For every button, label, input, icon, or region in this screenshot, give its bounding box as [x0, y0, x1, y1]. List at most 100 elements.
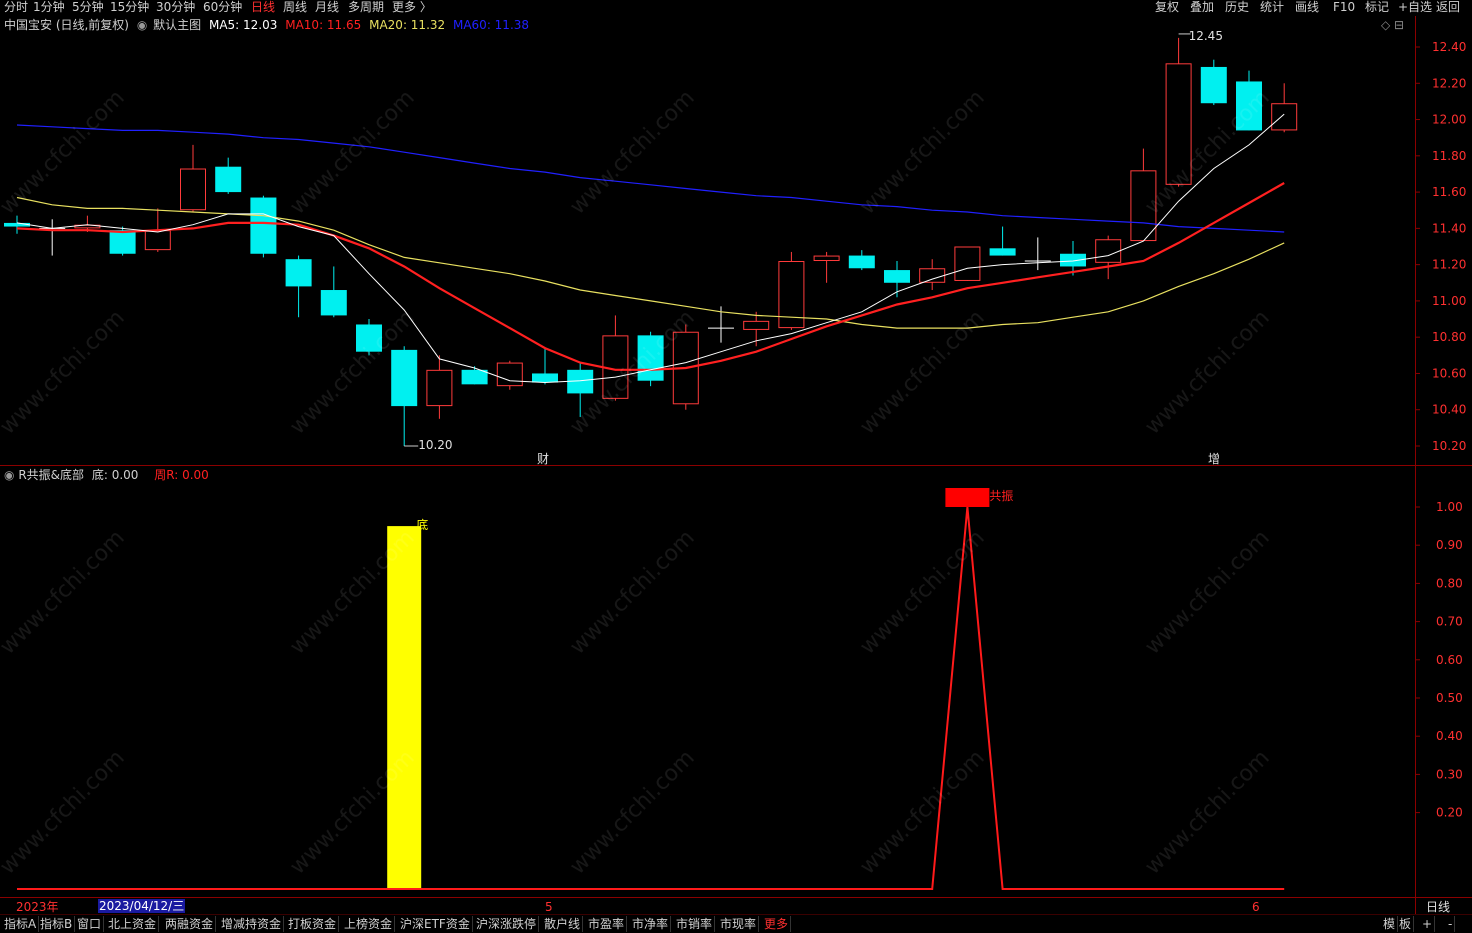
month-5-label: 5 [545, 900, 553, 914]
candle-down [567, 362, 594, 417]
increase-marker[interactable]: 增 [1208, 452, 1220, 466]
y-tick-label: 12.20 [1432, 76, 1466, 90]
candle-down [989, 226, 1016, 256]
candle-body [356, 324, 382, 352]
candle-up [496, 360, 523, 390]
sub-y-tick-label: 0.60 [1436, 653, 1463, 667]
tab-margin[interactable]: 两融资金 [163, 916, 217, 932]
period-label[interactable]: 日线 [1426, 900, 1450, 914]
tab-northbound[interactable]: 北上资金 [106, 916, 160, 932]
di-bar [387, 526, 422, 889]
tab-pcf[interactable]: 市现率 [718, 916, 760, 932]
tab-pb[interactable]: 市净率 [630, 916, 672, 932]
kline-chart[interactable]: 12.40 12.20 12.00 11.80 11.60 11.40 11.20 11.00… [0, 0, 1472, 932]
tab-dragon-tiger[interactable]: 上榜资金 [342, 916, 396, 932]
candle-body [1236, 81, 1262, 131]
main-price-panel [4, 33, 1298, 447]
tab-holding-change[interactable]: 增减持资金 [219, 916, 285, 932]
gongzhen-box [945, 488, 990, 507]
candle-body [1200, 66, 1227, 104]
sub-y-tick-label: 0.40 [1436, 729, 1463, 743]
board-button[interactable]: 板 [1397, 916, 1415, 932]
candle-body [461, 369, 488, 385]
candle-body [215, 166, 242, 193]
zoom-in-button[interactable]: + [1420, 916, 1436, 932]
candle-up [919, 259, 946, 291]
candle-down [461, 366, 488, 385]
candle-body [426, 369, 453, 407]
sub-y-tick-label: 0.90 [1436, 538, 1463, 552]
tab-pe[interactable]: 市盈率 [586, 916, 628, 932]
tab-indicator-a[interactable]: 指标A [2, 916, 40, 932]
tab-window[interactable]: 窗口 [75, 916, 105, 932]
year-label: 2023年 [16, 900, 59, 914]
gongzhen-marker: 共振 [989, 489, 1014, 503]
di-marker: 底 [416, 518, 429, 533]
candle-body [250, 197, 277, 254]
candle-body [637, 335, 664, 381]
y-tick-label: 10.60 [1432, 366, 1466, 380]
candle-body [391, 349, 418, 407]
candle-body [180, 168, 206, 211]
sub-indicator-panel [17, 488, 1285, 890]
candle-up [1024, 237, 1051, 271]
bottom-indicator-bar: 指标A 指标B 窗口 北上资金 两融资金 增减持资金 打板资金 上榜资金 沪深E… [0, 914, 1472, 933]
candle-body [848, 255, 875, 269]
candle-body [1095, 239, 1122, 263]
candle-body [989, 248, 1016, 256]
sub-y-tick-label: 0.80 [1436, 576, 1463, 590]
candle-body [320, 290, 347, 316]
tab-more[interactable]: 更多 [762, 916, 792, 932]
low-price-label: 10.20 [418, 438, 453, 452]
y-tick-label: 10.40 [1432, 403, 1466, 417]
candle-up [602, 315, 629, 401]
candle-up [180, 144, 206, 213]
candle-down [848, 250, 875, 271]
y-axis: 12.40 12.20 12.00 11.80 11.60 11.40 11.20 11.00… [1415, 40, 1466, 820]
candle-down [391, 346, 418, 446]
candle-body [954, 246, 981, 281]
template-button[interactable]: 模 [1381, 916, 1399, 932]
y-tick-label: 11.80 [1432, 149, 1466, 163]
candle-body [813, 255, 840, 262]
candle-down [320, 266, 347, 318]
y-tick-label: 12.40 [1432, 40, 1466, 54]
candle-body [1130, 170, 1157, 242]
finance-marker[interactable]: 财 [537, 452, 549, 466]
candle-body [1271, 103, 1298, 131]
candle-down [637, 331, 664, 387]
tab-etf-funds[interactable]: 沪深ETF资金 [398, 916, 473, 932]
candle-up [426, 355, 453, 419]
candle-up [1271, 83, 1298, 133]
candle-up [954, 246, 981, 281]
candle-body [1165, 63, 1192, 185]
candle-down [532, 348, 558, 385]
y-tick-label: 10.80 [1432, 330, 1466, 344]
y-tick-label: 12.00 [1432, 113, 1466, 127]
sub-y-tick-label: 0.30 [1436, 767, 1463, 781]
high-price-label: 12.45 [1188, 28, 1223, 43]
sub-y-tick-label: 0.20 [1436, 806, 1463, 820]
tab-retail-line[interactable]: 散户线 [542, 916, 584, 932]
sub-y-tick-label: 1.00 [1436, 500, 1463, 514]
y-tick-label: 10.20 [1432, 439, 1466, 453]
candle-down [356, 319, 382, 356]
candle-down [285, 255, 312, 318]
y-tick-label: 11.20 [1432, 258, 1466, 272]
candle-body [743, 320, 770, 330]
candle-up [1165, 37, 1192, 187]
grid-frame [0, 16, 1472, 914]
tab-indicator-b[interactable]: 指标B [38, 916, 76, 932]
tab-ps[interactable]: 市销率 [674, 916, 716, 932]
candle-body [532, 373, 558, 383]
zhou-line [17, 506, 1285, 890]
tab-limit-up[interactable]: 打板资金 [286, 916, 340, 932]
ma60-line [16, 124, 1285, 233]
candle-body [919, 268, 946, 283]
month-6-label: 6 [1252, 900, 1260, 914]
zoom-out-button[interactable]: - [1446, 916, 1456, 932]
candle-body [496, 362, 523, 387]
candle-down [1200, 59, 1227, 106]
ma20-line [16, 196, 1285, 329]
tab-limit-stats[interactable]: 沪深涨跌停 [474, 916, 540, 932]
